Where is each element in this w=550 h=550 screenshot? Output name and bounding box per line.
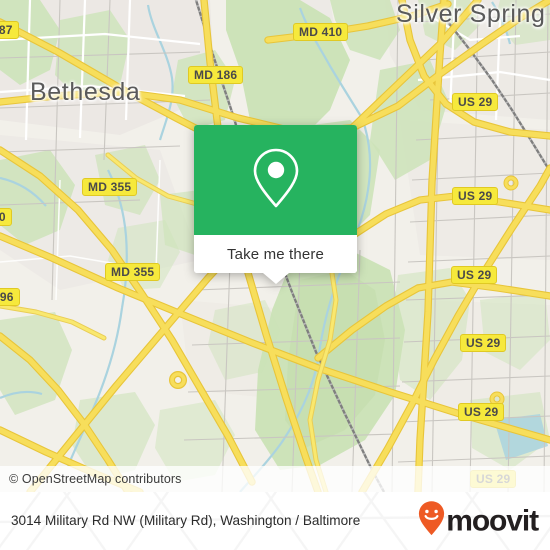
- map-pin-icon: [251, 147, 301, 214]
- road-shield: MD 410: [293, 23, 349, 41]
- location-popup-card[interactable]: Take me there: [194, 125, 357, 284]
- map-attribution-bar: © OpenStreetMap contributors: [0, 466, 550, 492]
- map-label-city: Silver Spring: [396, 0, 546, 28]
- attribution-text[interactable]: © OpenStreetMap contributors: [9, 472, 182, 486]
- road-shield: MD 355: [105, 263, 161, 281]
- road-shield: 396: [0, 288, 20, 306]
- popup-header: [194, 125, 357, 235]
- road-shield: US 29: [458, 403, 505, 421]
- road-shield: US 29: [460, 334, 507, 352]
- road-shield: US 29: [452, 93, 499, 111]
- road-shield: MD 355: [82, 178, 138, 196]
- moovit-wordmark: moovit: [446, 504, 539, 537]
- road-shield: MD 186: [188, 66, 244, 84]
- road-shield: 90: [0, 208, 12, 226]
- moovit-map-screenshot: .park { fill:#CDE3B9; } .parkdk { fill:#…: [0, 0, 550, 550]
- popup-pointer-tail: [262, 273, 289, 284]
- map-label-city: Bethesda: [30, 78, 141, 106]
- bottom-info-bar: 3014 Military Rd NW (Military Rd), Washi…: [0, 492, 550, 550]
- moovit-logo[interactable]: moovit: [418, 501, 539, 542]
- road-shield: US 29: [452, 187, 499, 205]
- road-shield: 187: [0, 21, 19, 39]
- popup-body: Take me there: [194, 125, 357, 273]
- popup-action-row[interactable]: Take me there: [194, 235, 357, 273]
- moovit-pin-icon: [418, 501, 445, 542]
- take-me-there-label: Take me there: [227, 245, 324, 263]
- address-text: 3014 Military Rd NW (Military Rd), Washi…: [11, 513, 361, 528]
- road-shield: US 29: [451, 266, 498, 284]
